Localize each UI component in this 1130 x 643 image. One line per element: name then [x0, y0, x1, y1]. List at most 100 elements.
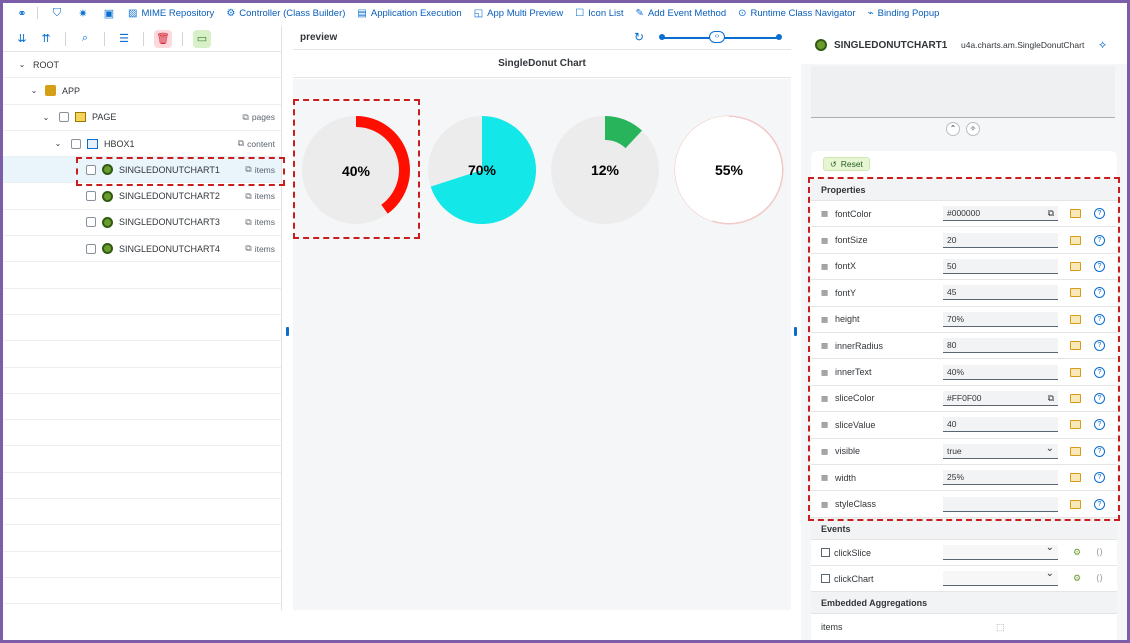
event-icon: ✎ [635, 7, 644, 19]
top-toolbar: ⚭ ⛉ ✷ ▣ ▨ MIME Repository ⚙ Controller (Cl… [3, 3, 1127, 23]
aggregation-check-icon[interactable]: ⬚ [996, 622, 1005, 633]
tree-toolbar-divider [65, 31, 66, 46]
add-event-method-button[interactable]: ✎ Add Event Method [636, 8, 727, 19]
tree-row-label: APP [62, 85, 81, 96]
aggregation-label: ⧉ items [245, 243, 275, 254]
magic-icon[interactable]: ✷ [76, 6, 90, 20]
donut-chart-3[interactable]: 12% [551, 116, 659, 224]
tree-row-root[interactable]: ⌄ ROOT [3, 52, 281, 79]
zoom-slider-handle[interactable]: ‹› [709, 31, 725, 43]
tree-toolbar-divider [182, 31, 183, 46]
preview-header: preview ↻ ‹› [293, 26, 791, 50]
link-icon[interactable]: ⟨⟩ [1096, 573, 1103, 584]
toolbar-divider [37, 7, 38, 19]
left-splitter-handle[interactable] [286, 327, 289, 336]
chevron-down-icon[interactable]: ⌄ [41, 113, 51, 122]
checkbox[interactable] [59, 112, 69, 123]
aggregation-label: ⧉ items [245, 216, 275, 228]
donut-chart-2[interactable]: 70% [428, 116, 536, 224]
inspector-class-name: u4a.charts.am.SingleDonutChart [961, 40, 1085, 50]
tree-list-icon[interactable]: ☰ [115, 30, 133, 48]
tree-row-app[interactable]: ⌄ APP [3, 78, 281, 105]
delete-icon[interactable]: 🗑 [154, 29, 172, 48]
tree-empty-row [3, 473, 281, 500]
tree-toolbar-divider [143, 31, 144, 46]
tree-toolbar: ⇊ ⇈ ⌕ ☰ 🗑 ▭ [3, 26, 281, 52]
preview-selection-highlight [293, 99, 420, 239]
ui-tree-panel: ⇊ ⇈ ⌕ ☰ 🗑 ▭ ⌄ ROOT ⌄ APP ⌄ PAGE ⧉ pages ⌄… [3, 26, 282, 610]
tree-row-singledonutchart2[interactable]: SINGLEDONUTCHART2 ⧉ items [3, 183, 281, 210]
gear-icon[interactable]: ⚙ [1073, 573, 1081, 584]
save-icon[interactable]: ▣ [102, 6, 116, 20]
donut-chart-4[interactable]: 55% [674, 115, 784, 225]
controller-button[interactable]: ⚙ Controller (Class Builder) [226, 8, 345, 19]
binding-popup-button[interactable]: ⌁ Binding Popup [868, 8, 940, 19]
list-icon: ☐ [575, 7, 585, 19]
expand-all-icon[interactable]: ⇊ [13, 30, 31, 48]
tree-empty-row [3, 262, 281, 289]
inspector-title: SINGLEDONUTCHART1 [834, 39, 948, 51]
tree-row-label: SINGLEDONUTCHART2 [119, 191, 220, 202]
chevron-down-icon[interactable]: ⌄ [53, 139, 63, 148]
event-checkbox[interactable] [821, 548, 830, 557]
event-checkbox[interactable] [821, 574, 830, 583]
aggregations-section-title: Embedded Aggregations [811, 592, 1117, 614]
donut-inner-text: 55% [715, 162, 744, 178]
tree-row-singledonutchart3[interactable]: SINGLEDONUTCHART3 ⧉ items [3, 210, 281, 237]
dock-icon[interactable]: ⟡ [1099, 39, 1106, 52]
donut-inner-text: 12% [591, 162, 620, 178]
tree-row-page[interactable]: ⌄ PAGE ⧉ pages [3, 105, 281, 131]
inspector-description-area[interactable] [811, 66, 1115, 118]
tree-empty-row [3, 578, 281, 605]
application-execution-button[interactable]: ▤ Application Execution [357, 8, 461, 19]
tree-empty-row [3, 341, 281, 368]
events-section-title: Events [811, 518, 1117, 540]
collapse-icon[interactable]: ⌃ [946, 122, 960, 136]
tree-empty-row [3, 552, 281, 578]
chart-icon [815, 39, 827, 51]
tree-empty-row [3, 420, 281, 447]
run-icon: ▤ [357, 7, 367, 19]
shield-icon[interactable]: ⛉ [50, 6, 64, 20]
checkbox[interactable] [86, 243, 96, 254]
pin-icon[interactable]: ✧ [966, 122, 980, 136]
aggregation-icon: ⧉ [242, 111, 249, 122]
gear-icon: ⚙ [226, 7, 236, 19]
chart-icon [102, 216, 113, 228]
runtime-class-navigator-button[interactable]: ⊙ Runtime Class Navigator [738, 8, 855, 19]
preview-title: SingleDonut Chart [293, 50, 791, 78]
tree-row-singledonutchart4[interactable]: SINGLEDONUTCHART4 ⧉ items [3, 236, 281, 263]
link-icon[interactable]: ⟨⟩ [1096, 547, 1103, 558]
tree-empty-row [3, 394, 281, 421]
right-splitter-handle[interactable] [794, 327, 797, 336]
search-icon[interactable]: ⌕ [76, 30, 94, 48]
aggregation-label: ⧉ content [237, 138, 275, 149]
event-row-clickchart: clickChart ⚙ ⟨⟩ [811, 566, 1117, 592]
gear-icon[interactable]: ⚙ [1073, 547, 1081, 558]
chevron-down-icon[interactable]: ⌄ [29, 86, 39, 95]
event-method-select[interactable] [943, 542, 1058, 560]
checkbox[interactable] [86, 191, 96, 202]
display-icon[interactable]: ▭ [193, 29, 211, 48]
event-method-select[interactable] [943, 568, 1058, 586]
icon-list-button[interactable]: ☐ Icon List [575, 8, 623, 19]
tree-empty-row [3, 315, 281, 342]
chevron-down-icon[interactable]: ⌄ [17, 60, 27, 69]
tree-empty-row [3, 446, 281, 473]
link-icon[interactable]: ⚭ [15, 6, 29, 20]
tree-row-label: ROOT [33, 59, 59, 70]
event-name: clickChart [834, 573, 874, 584]
refresh-icon[interactable]: ↻ [634, 30, 644, 44]
aggregation-row-items[interactable]: items ⬚ [811, 615, 1117, 639]
image-icon: ▨ [128, 7, 138, 19]
checkbox[interactable] [71, 138, 81, 149]
checkbox[interactable] [86, 217, 96, 228]
reset-button[interactable]: ↺ Reset [823, 157, 870, 171]
mime-repository-button[interactable]: ▨ MIME Repository [128, 8, 214, 19]
inspector-header: SINGLEDONUTCHART1 u4a.charts.am.SingleDo… [801, 26, 1127, 64]
event-name: clickSlice [834, 547, 872, 558]
collapse-all-icon[interactable]: ⇈ [37, 30, 55, 48]
tree-row-hbox1[interactable]: ⌄ HBOX1 ⧉ content [3, 131, 281, 158]
app-multi-preview-button[interactable]: ◱ App Multi Preview [474, 8, 563, 19]
navigator-icon: ⊙ [738, 7, 747, 19]
